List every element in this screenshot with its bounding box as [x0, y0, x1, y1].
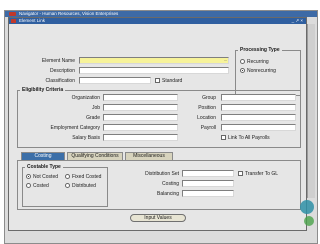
- eligibility-criteria-title: Eligibility Criteria: [20, 87, 66, 93]
- recurring-label: Recurring: [247, 59, 269, 65]
- recurring-radio[interactable]: [240, 59, 245, 64]
- link-to-all-payrolls-checkbox[interactable]: [221, 135, 226, 140]
- position-field[interactable]: [221, 104, 296, 111]
- description-label: Description: [49, 68, 75, 74]
- not-costed-radio[interactable]: [26, 174, 31, 179]
- element-name-field[interactable]: [79, 57, 229, 64]
- not-costed-label: Not Costed: [33, 174, 59, 180]
- element-window-title: Element Link: [19, 18, 46, 23]
- location-label: Location: [197, 115, 216, 121]
- payroll-label: Payroll: [200, 125, 216, 131]
- costed-label: Costed: [33, 183, 49, 189]
- tab-costing[interactable]: Costing: [21, 152, 65, 160]
- element-window-title-bar: Element Link _ ↗ ×: [9, 18, 306, 24]
- job-field[interactable]: [103, 104, 178, 111]
- employment-category-label: Employment Category: [50, 125, 100, 131]
- window-logo-icon: [11, 19, 16, 23]
- salary-basis-label: Salary Basis: [72, 135, 100, 141]
- payroll-field[interactable]: [221, 124, 296, 131]
- grade-field[interactable]: [103, 114, 178, 121]
- costed-radio[interactable]: [26, 183, 31, 188]
- grade-label: Grade: [86, 115, 100, 121]
- balancing-label: Balancing: [157, 191, 179, 197]
- distribution-set-field[interactable]: [182, 170, 234, 177]
- transfer-to-gl-checkbox[interactable]: [238, 171, 243, 176]
- processing-type-title: Processing Type: [238, 47, 282, 53]
- element-name-label: Element Name: [41, 58, 75, 64]
- nonrecurring-radio[interactable]: [240, 68, 245, 73]
- costable-type-title: Costable Type: [25, 164, 63, 170]
- navigator-icon: [9, 12, 16, 16]
- link-to-all-payrolls-label: Link To All Payrolls: [228, 135, 270, 141]
- fixed-costed-label: Fixed Costed: [72, 174, 102, 180]
- classification-field[interactable]: [79, 77, 151, 84]
- salary-basis-field[interactable]: [103, 134, 178, 141]
- group-label: Group: [202, 95, 216, 101]
- fixed-costed-radio[interactable]: [65, 174, 70, 179]
- costing-field[interactable]: [182, 180, 234, 187]
- decorative-swoosh-icon: [300, 200, 314, 214]
- description-field[interactable]: [79, 67, 229, 74]
- job-label: Job: [91, 105, 100, 111]
- transfer-to-gl-label: Transfer To GL: [245, 171, 279, 177]
- classification-label: Classification: [45, 78, 75, 84]
- window-controls-icon[interactable]: _ ↗ ×: [292, 18, 303, 24]
- distributed-radio[interactable]: [65, 183, 70, 188]
- organization-field[interactable]: [103, 94, 178, 101]
- nonrecurring-label: Nonrecurring: [247, 68, 276, 74]
- employment-category-field[interactable]: [103, 124, 178, 131]
- element-link-window: Element Link _ ↗ × Element Name ... Desc…: [8, 17, 307, 231]
- organization-label: Organization: [71, 95, 100, 101]
- costing-label: Costing: [162, 181, 179, 187]
- standard-checkbox[interactable]: [155, 78, 160, 83]
- decorative-swoosh-icon-2: [304, 216, 314, 226]
- group-field[interactable]: [221, 94, 296, 101]
- distribution-set-label: Distribution Set: [145, 171, 179, 177]
- tab-miscellaneous[interactable]: Miscellaneous: [125, 152, 173, 160]
- standard-label: Standard: [162, 78, 183, 84]
- location-field[interactable]: [221, 114, 296, 121]
- element-name-lov-button[interactable]: ...: [223, 58, 228, 63]
- balancing-field[interactable]: [182, 190, 234, 197]
- distributed-label: Distributed: [72, 183, 96, 189]
- position-label: Position: [198, 105, 216, 111]
- tab-qualifying-conditions[interactable]: Qualifying Conditions: [67, 152, 123, 160]
- input-values-button[interactable]: Input Values: [130, 214, 186, 222]
- background-scrollbar[interactable]: [307, 24, 315, 198]
